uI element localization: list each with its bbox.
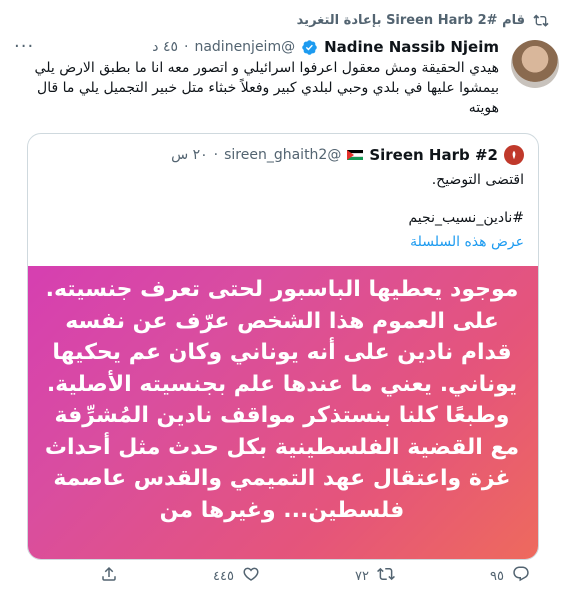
image-overlay-text: موجود يعطيها الباسبور لحتى تعرف جنسيته. … <box>44 277 520 523</box>
quoted-tweet-header: #2 Sireen Harb @sireen_ghaith2 · ٢٠ س <box>44 144 524 166</box>
reply-count: ٩٥ <box>490 568 504 584</box>
show-thread-link[interactable]: عرض هذه السلسلة <box>410 234 524 250</box>
palestine-flag-icon <box>347 149 364 161</box>
quoted-tweet-time: ٢٠ س <box>171 147 208 163</box>
share-icon <box>100 565 118 587</box>
author-handle[interactable]: @nadinenjeim <box>194 39 295 55</box>
tweet-text: هيدي الحقيقة ومش معقول اعرفوا اسرائيلي و… <box>34 60 499 116</box>
tweet-actions: ٤٤٥ ٧٢ ٩٥ <box>100 562 530 590</box>
quoted-author-name: #2 Sireen Harb <box>369 146 498 164</box>
quoted-author-avatar[interactable] <box>504 145 524 165</box>
retweet-button[interactable]: ٧٢ <box>355 565 395 587</box>
retweet-indicator: قام #2 Sireen Harb بإعادة التغريد <box>29 8 549 32</box>
more-options-icon[interactable]: ··· <box>14 36 34 57</box>
quoted-author-handle: @sireen_ghaith2 <box>224 147 342 163</box>
author-avatar[interactable] <box>511 40 559 88</box>
reply-icon <box>512 565 530 587</box>
quoted-tweet[interactable]: #2 Sireen Harb @sireen_ghaith2 · ٢٠ س اق… <box>27 133 539 560</box>
author-name[interactable]: Nadine Nassib Njeim <box>324 38 499 56</box>
retweet-icon <box>533 12 549 28</box>
retweet-action-icon <box>377 565 395 587</box>
tweet-header: Nadine Nassib Njeim @nadinenjeim · ٤٥ د <box>9 36 499 58</box>
tweet-time[interactable]: ٤٥ د <box>152 39 178 55</box>
heart-icon <box>242 565 260 587</box>
quoted-tweet-image[interactable]: موجود يعطيها الباسبور لحتى تعرف جنسيته. … <box>28 266 538 559</box>
quoted-tweet-text: اقتضى التوضيح. <box>431 172 524 188</box>
like-button[interactable]: ٤٤٥ <box>213 565 260 587</box>
like-count: ٤٤٥ <box>213 568 234 584</box>
hashtag-link[interactable]: #نادين_نسيب_نجيم <box>408 210 524 226</box>
separator-dot: · <box>184 39 189 55</box>
verified-badge-icon <box>301 39 318 56</box>
separator-dot: · <box>213 147 219 163</box>
share-button[interactable] <box>100 565 118 587</box>
retweeter-link[interactable]: قام #2 Sireen Harb بإعادة التغريد <box>297 13 525 28</box>
reply-button[interactable]: ٩٥ <box>490 565 530 587</box>
retweet-count: ٧٢ <box>355 568 369 584</box>
